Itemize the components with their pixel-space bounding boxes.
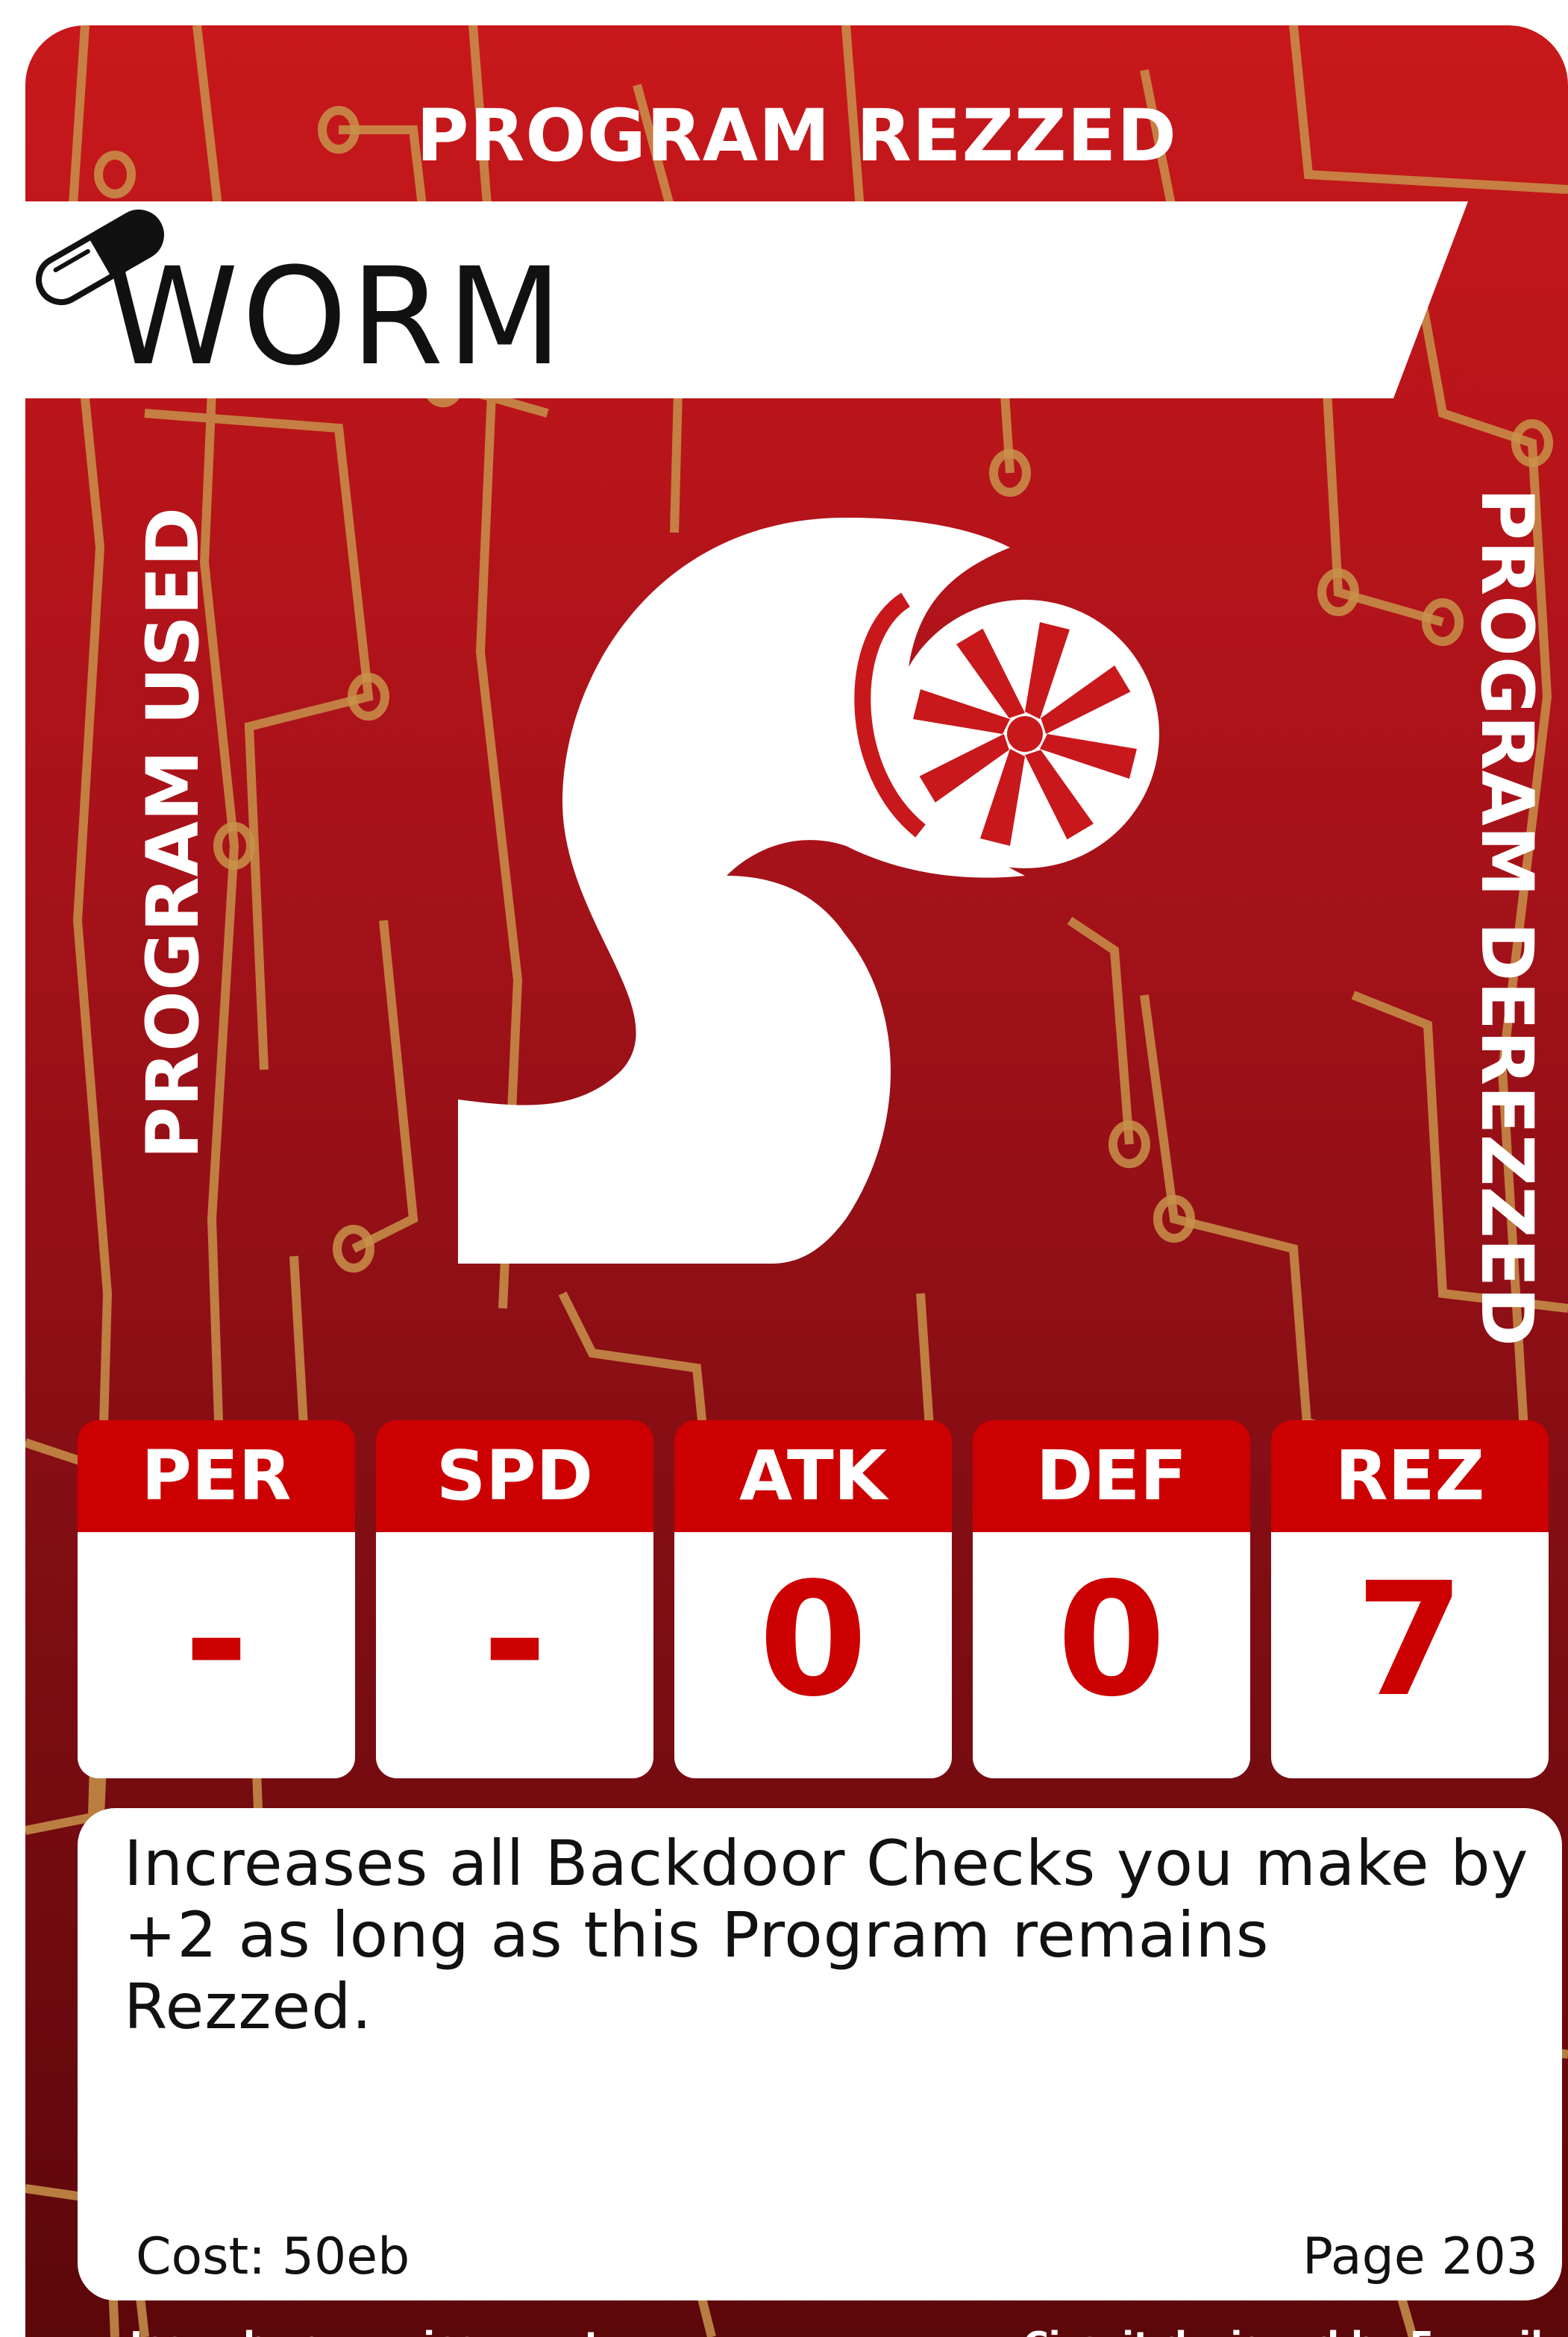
stat-label: SPD	[376, 1420, 653, 1532]
stat-rez: REZ 7	[1271, 1420, 1549, 1778]
program-derezzed-label: PROGRAM DEREZZED	[1465, 488, 1549, 1347]
program-used-label: PROGRAM USED	[131, 506, 215, 1159]
pill-capsule-icon	[36, 210, 164, 305]
title-banner: WORM	[25, 201, 1468, 398]
program-card: PROGRAM REZZED WORM PROGRAM USED PROGRAM…	[25, 25, 1568, 2337]
rules-text-box: Increases all Backdoor Checks you make b…	[78, 1808, 1562, 2300]
stat-value: 0	[973, 1532, 1250, 1778]
card-page-reference: Page 203	[1302, 2227, 1538, 2286]
stat-label: PER	[78, 1420, 355, 1532]
program-rezzed-label: PROGRAM REZZED	[416, 94, 1177, 178]
stat-label: ATK	[674, 1420, 952, 1532]
stat-spd: SPD -	[376, 1420, 653, 1778]
stat-label: REZ	[1271, 1420, 1549, 1532]
stat-atk: ATK 0	[674, 1420, 952, 1778]
stat-value: 7	[1271, 1532, 1549, 1778]
stat-label: DEF	[973, 1420, 1250, 1532]
card-title: WORM	[106, 239, 566, 395]
stat-value: -	[78, 1532, 355, 1778]
stat-row: PER - SPD - ATK 0 DEF 0 REZ 7	[78, 1420, 1562, 1778]
stat-per: PER -	[78, 1420, 355, 1778]
icons-credit: Icons by game-icons.net	[130, 2324, 600, 2337]
stat-value: 0	[674, 1532, 952, 1778]
stat-value: -	[376, 1532, 653, 1778]
worm-turbine-icon	[458, 518, 1159, 1264]
stat-def: DEF 0	[973, 1420, 1250, 1778]
card-description: Increases all Backdoor Checks you make b…	[124, 1827, 1529, 2043]
card-cost: Cost: 50eb	[136, 2227, 410, 2286]
circuit-credit: Circuit designed by Freepik	[1023, 2324, 1554, 2337]
